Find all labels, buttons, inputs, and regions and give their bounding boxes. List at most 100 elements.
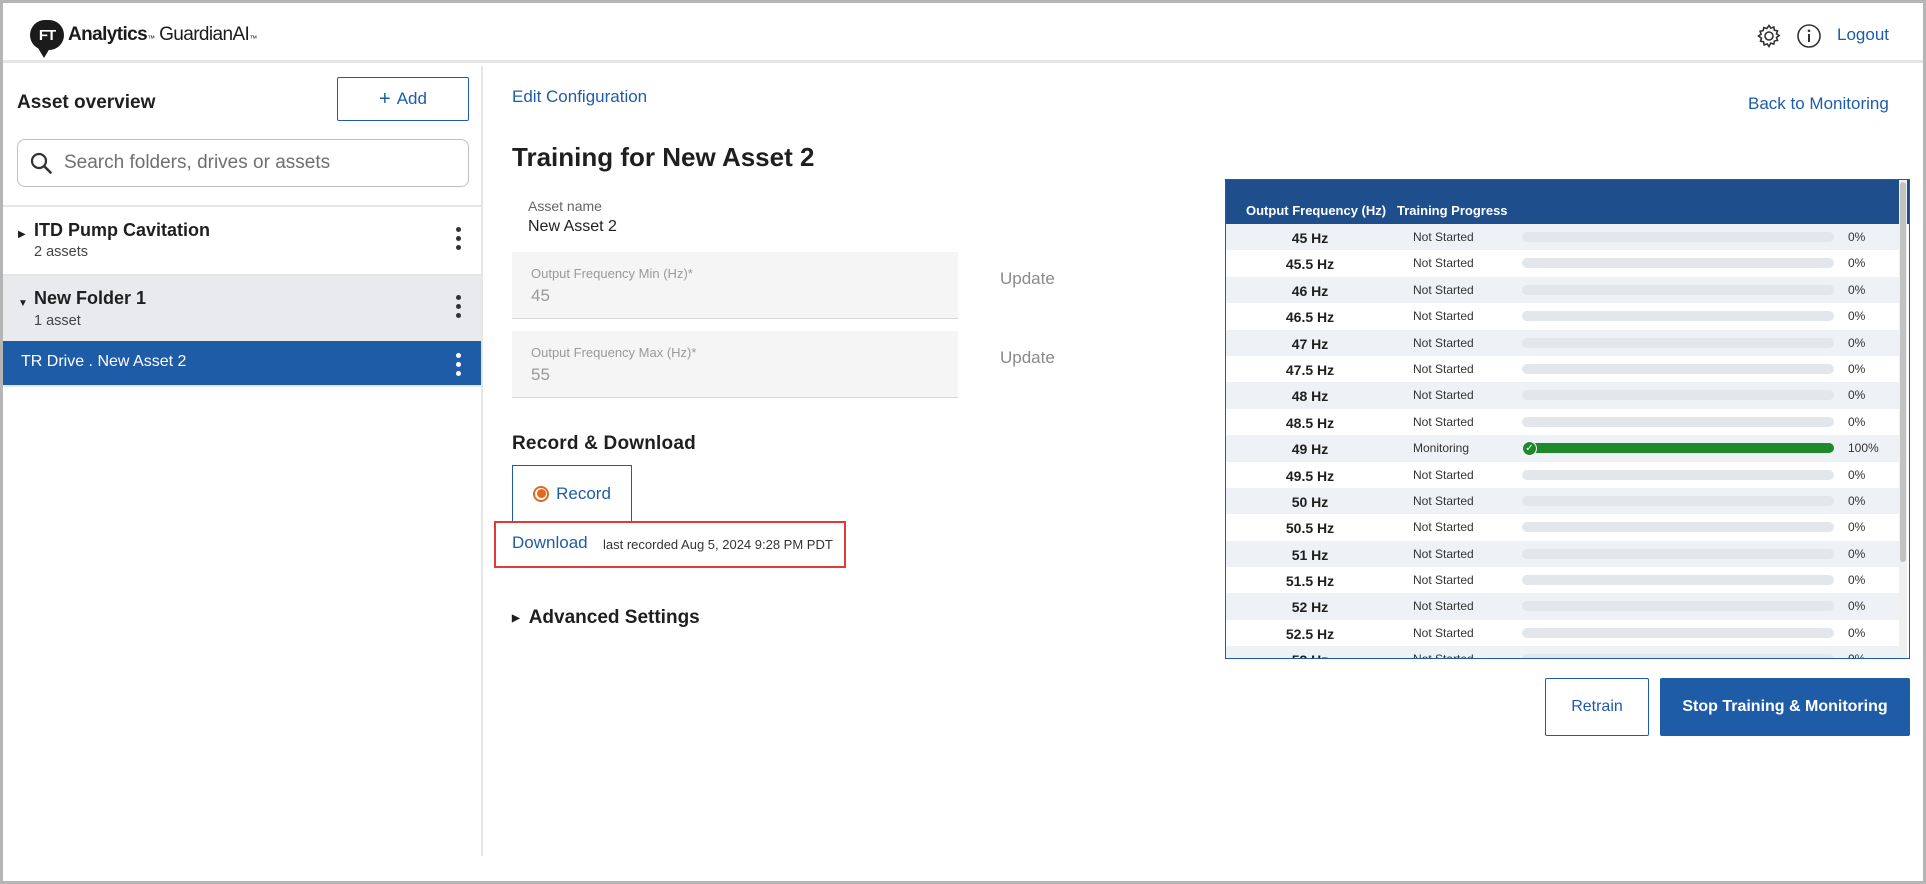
- edit-configuration-link[interactable]: Edit Configuration: [512, 87, 647, 107]
- brand-logo: FT Analytics ™ GuardianAI ™: [30, 15, 257, 58]
- update-min-button[interactable]: Update: [1000, 269, 1055, 289]
- product-name: GuardianAI: [159, 24, 250, 45]
- frequency-cell: 49 Hz: [1291, 441, 1329, 458]
- top-header: FT Analytics ™ GuardianAI ™ Logout: [3, 3, 1923, 63]
- status-cell: Monitoring: [1413, 441, 1470, 456]
- table-row: 47.5 Hz Not Started 0%: [1226, 355, 1899, 383]
- progress-fill: [1522, 443, 1834, 454]
- table-scrollbar[interactable]: [1899, 180, 1907, 658]
- status-cell: Not Started: [1413, 388, 1474, 403]
- caret-right-icon[interactable]: ▶: [18, 229, 26, 240]
- kebab-menu-icon[interactable]: [455, 353, 461, 376]
- frequency-cell: 51.5 Hz: [1285, 573, 1335, 590]
- table-row: 51.5 Hz Not Started 0%: [1226, 567, 1899, 594]
- status-cell: Not Started: [1413, 256, 1474, 271]
- folder-name: New Folder 1: [34, 288, 147, 308]
- frequency-cell: 49.5 Hz: [1285, 467, 1335, 484]
- sidebar-title: Asset overview: [17, 92, 156, 113]
- percent-cell: 0%: [1848, 335, 1866, 350]
- table-row: 46 Hz Not Started 0%: [1226, 276, 1899, 304]
- kebab-menu-icon[interactable]: [455, 227, 461, 250]
- check-circle-icon: ✓: [1522, 441, 1537, 457]
- folder-count: 2 assets: [34, 244, 88, 260]
- advanced-settings-label: Advanced Settings: [528, 607, 700, 628]
- record-icon: [533, 485, 550, 502]
- progress-bar: [1522, 601, 1834, 612]
- folder-count: 1 asset: [34, 313, 81, 329]
- frequency-cell: 48.5 Hz: [1285, 414, 1335, 431]
- progress-bar: [1522, 469, 1834, 480]
- scrollbar-thumb[interactable]: [1900, 182, 1906, 562]
- table-row: 52 Hz Not Started 0%: [1226, 593, 1899, 620]
- gear-icon[interactable]: [1755, 22, 1783, 50]
- percent-cell: 0%: [1848, 573, 1866, 588]
- frequency-cell: 48 Hz: [1291, 388, 1329, 405]
- percent-cell: 0%: [1848, 652, 1865, 658]
- asset-item-tr-drive[interactable]: TR Drive . New Asset 2: [3, 341, 481, 385]
- percent-cell: 0%: [1848, 599, 1866, 614]
- table-row: 49 Hz Monitoring ✓ 100%: [1226, 435, 1899, 462]
- record-button[interactable]: Record: [512, 465, 632, 522]
- folder-item-new-folder-1[interactable]: ▼ New Folder 1 1 asset: [3, 276, 481, 341]
- search-box: [17, 139, 469, 187]
- stop-training-button[interactable]: Stop Training & Monitoring: [1660, 678, 1910, 736]
- add-button[interactable]: + Add: [337, 77, 469, 121]
- table-body: 45 Hz Not Started 0% 45.5 Hz Not Started 0% 46…: [1226, 224, 1899, 658]
- status-cell: Not Started: [1413, 546, 1474, 561]
- percent-cell: 100%: [1848, 441, 1879, 456]
- download-link[interactable]: Download: [512, 533, 588, 553]
- info-icon[interactable]: [1795, 22, 1823, 50]
- table-row: 50.5 Hz Not Started 0%: [1226, 514, 1899, 541]
- freq-max-input[interactable]: [531, 365, 931, 385]
- logout-link[interactable]: Logout: [1837, 25, 1889, 45]
- asset-name: TR Drive . New Asset 2: [21, 353, 187, 370]
- percent-cell: 0%: [1848, 493, 1866, 508]
- freq-min-input[interactable]: [531, 286, 931, 306]
- table-row: 45 Hz Not Started 0%: [1226, 224, 1899, 251]
- table-row: 49.5 Hz Not Started 0%: [1226, 461, 1899, 488]
- frequency-cell: 50.5 Hz: [1285, 520, 1335, 537]
- kebab-menu-icon[interactable]: [455, 295, 461, 318]
- frequency-cell: 52 Hz: [1291, 599, 1329, 616]
- caret-down-icon[interactable]: ▼: [18, 298, 28, 309]
- percent-cell: 0%: [1848, 361, 1866, 376]
- table-row: 50 Hz Not Started 0%: [1226, 487, 1899, 515]
- col-header-frequency: Output Frequency (Hz): [1246, 203, 1387, 218]
- status-cell: Not Started: [1413, 520, 1474, 535]
- progress-bar: [1522, 284, 1834, 295]
- table-row: 53 Hz Not Started 0%: [1226, 646, 1899, 658]
- record-download-heading: Record & Download: [512, 433, 696, 454]
- progress-bar: [1522, 258, 1834, 269]
- caret-right-icon: ▶: [512, 612, 520, 624]
- update-max-button[interactable]: Update: [1000, 348, 1055, 368]
- status-cell: Not Started: [1413, 414, 1474, 429]
- status-cell: Not Started: [1413, 573, 1474, 588]
- record-button-label: Record: [556, 483, 611, 503]
- status-cell: Not Started: [1413, 282, 1474, 297]
- status-cell: Not Started: [1413, 309, 1474, 324]
- percent-cell: 0%: [1848, 520, 1866, 535]
- plus-icon: +: [379, 88, 391, 110]
- folder-item-itd-pump[interactable]: ▶ ITD Pump Cavitation 2 assets: [3, 207, 481, 274]
- back-to-monitoring-link[interactable]: Back to Monitoring: [1748, 94, 1889, 114]
- progress-bar: [1522, 495, 1834, 506]
- progress-bar: [1522, 522, 1834, 533]
- percent-cell: 0%: [1848, 414, 1866, 429]
- page-title: Training for New Asset 2: [512, 142, 815, 172]
- freq-max-field: Output Frequency Max (Hz)*: [512, 331, 958, 398]
- status-cell: Not Started: [1413, 652, 1474, 658]
- percent-cell: 0%: [1848, 309, 1866, 324]
- search-input[interactable]: [64, 152, 444, 174]
- frequency-cell: 52.5 Hz: [1285, 625, 1335, 642]
- advanced-settings-toggle[interactable]: ▶ Advanced Settings: [512, 607, 700, 629]
- table-row: 48.5 Hz Not Started 0%: [1226, 408, 1899, 436]
- freq-max-label: Output Frequency Max (Hz)*: [531, 345, 697, 360]
- retrain-button[interactable]: Retrain: [1545, 678, 1649, 736]
- table-row: 48 Hz Not Started 0%: [1226, 382, 1899, 409]
- status-cell: Not Started: [1413, 467, 1474, 482]
- asset-name-field: Asset name New Asset 2: [528, 198, 617, 236]
- status-cell: Not Started: [1413, 493, 1474, 508]
- freq-min-field: Output Frequency Min (Hz)*: [512, 252, 958, 319]
- frequency-cell: 51 Hz: [1291, 546, 1329, 563]
- frequency-cell: 50 Hz: [1291, 493, 1329, 510]
